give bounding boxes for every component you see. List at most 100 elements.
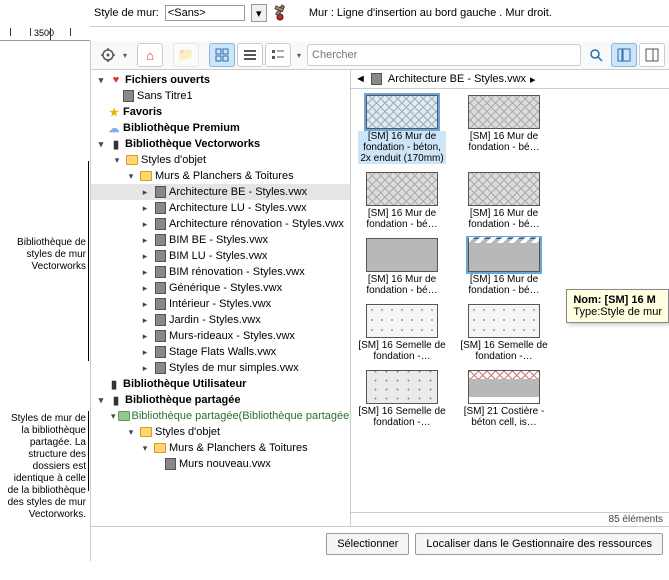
thumbnail[interactable]: [SM] 16 Semelle de fondation -… (459, 304, 549, 362)
thumbnail[interactable]: [SM] 16 Mur de fondation - bé… (459, 238, 549, 296)
tree-file[interactable]: ▸Architecture BE - Styles.vwx (91, 184, 350, 200)
thumbnail-swatch[interactable] (468, 370, 540, 404)
cloud-icon: ☁ (107, 121, 121, 135)
doc-icon (153, 233, 167, 247)
tree-shared-file[interactable]: Murs nouveau.vwx (91, 456, 350, 472)
library-tree[interactable]: ▾♥Fichiers ouverts Sans Titre1 ★Favoris … (91, 70, 351, 526)
view-grid-button[interactable] (209, 43, 235, 67)
tree-walls-category[interactable]: ▾Murs & Planchers & Toitures (91, 168, 350, 184)
doc-icon (153, 361, 167, 375)
thumbnail-swatch[interactable] (468, 95, 540, 129)
thumbnail-swatch[interactable] (366, 95, 438, 129)
thumbnail[interactable]: [SM] 16 Mur de fondation - bé… (459, 95, 549, 164)
thumbnail-swatch[interactable] (366, 304, 438, 338)
doc-icon (163, 457, 177, 471)
toggle-preview-button[interactable] (639, 43, 665, 67)
browser-toolbar: ▾ ⌂ 📁 ▾ (91, 41, 669, 70)
properties-bar: Style de mur: ▾ Mur : Ligne d'insertion … (90, 0, 669, 27)
thumbnail-label: [SM] 16 Semelle de fondation -… (358, 406, 446, 428)
folder-icon (139, 425, 153, 439)
tree-file[interactable]: ▸Architecture LU - Styles.vwx (91, 200, 350, 216)
thumbnail-label: [SM] 16 Mur de fondation - bé… (358, 208, 446, 230)
tree-untitled[interactable]: Sans Titre1 (91, 88, 350, 104)
thumbnails-grid[interactable]: [SM] 16 Mur de fondation - béton, 2x end… (351, 89, 669, 512)
tooltip-type: Type:Style de mur (573, 306, 662, 318)
breadcrumb[interactable]: ◄ Architecture BE - Styles.vwx ▸ (351, 70, 669, 89)
bracket-1 (88, 161, 89, 361)
open-files-icon: ♥ (109, 73, 123, 87)
thumbnail-label: [SM] 16 Mur de fondation - bé… (358, 274, 446, 296)
tree-premium[interactable]: ☁Bibliothèque Premium (91, 120, 350, 136)
thumbnail-swatch[interactable] (468, 172, 540, 206)
tree-file[interactable]: ▸BIM LU - Styles.vwx (91, 248, 350, 264)
thumbnail[interactable]: [SM] 16 Mur de fondation - bé… (357, 172, 447, 230)
prefs-icon[interactable] (273, 2, 295, 24)
tree-file[interactable]: ▸BIM rénovation - Styles.vwx (91, 264, 350, 280)
doc-icon (153, 281, 167, 295)
tree-file[interactable]: ▸Styles de mur simples.vwx (91, 360, 350, 376)
tree-vw-library[interactable]: ▾▮Bibliothèque Vectorworks (91, 136, 350, 152)
tree-file[interactable]: ▸BIM BE - Styles.vwx (91, 232, 350, 248)
tree-user-library[interactable]: ▮Bibliothèque Utilisateur (91, 376, 350, 392)
search-button[interactable] (583, 43, 609, 67)
toggle-tree-button[interactable] (611, 43, 637, 67)
resource-browser: ▾ ⌂ 📁 ▾ (90, 41, 669, 561)
folder-icon (118, 409, 130, 423)
tree-shared-styles[interactable]: ▾Styles d'objet (91, 424, 350, 440)
view-list-button[interactable] (237, 43, 263, 67)
doc-icon (153, 297, 167, 311)
tree-file[interactable]: ▸Générique - Styles.vwx (91, 280, 350, 296)
thumbnail[interactable]: [SM] 16 Mur de fondation - bé… (459, 172, 549, 230)
ruler: 3500 (0, 27, 90, 41)
doc-icon (121, 89, 135, 103)
annotation-1: Bibliothèque de styles de mur Vectorwork… (2, 237, 86, 273)
tree-shared-library[interactable]: ▾▮Bibliothèque partagée (91, 392, 350, 408)
tree-file[interactable]: ▸Jardin - Styles.vwx (91, 312, 350, 328)
tree-shared-walls[interactable]: ▾Murs & Planchers & Toitures (91, 440, 350, 456)
annotation-margin: Bibliothèque de styles de mur Vectorwork… (0, 41, 90, 561)
tree-open-files[interactable]: ▾♥Fichiers ouverts (91, 72, 350, 88)
doc-icon (153, 185, 167, 199)
tree-file[interactable]: ▸Stage Flats Walls.vwx (91, 344, 350, 360)
tree-favorites[interactable]: ★Favoris (91, 104, 350, 120)
thumbnail-swatch[interactable] (468, 304, 540, 338)
thumbnail-swatch[interactable] (366, 238, 438, 272)
folder-icon (125, 153, 139, 167)
locate-button[interactable]: Localiser dans le Gestionnaire des resso… (415, 533, 663, 555)
doc-icon (153, 345, 167, 359)
folder-icon (139, 169, 153, 183)
thumbnail-swatch[interactable] (366, 370, 438, 404)
thumbnail-swatch[interactable] (366, 172, 438, 206)
book-icon: ▮ (109, 393, 123, 407)
thumbnail-label: [SM] 16 Semelle de fondation -… (460, 340, 548, 362)
tree-file[interactable]: ▸Intérieur - Styles.vwx (91, 296, 350, 312)
thumbnail-swatch[interactable] (468, 238, 540, 272)
tree-file[interactable]: ▸Architecture rénovation - Styles.vwx (91, 216, 350, 232)
thumbnail-label: [SM] 16 Mur de fondation - béton, 2x end… (358, 131, 446, 164)
wall-style-dropdown[interactable]: ▾ (251, 4, 267, 22)
wall-style-label: Style de mur: (94, 7, 159, 19)
thumbnail-label: [SM] 16 Mur de fondation - bé… (460, 131, 548, 153)
gear-menu-button[interactable] (95, 43, 121, 67)
annotation-2: Styles de mur de la bibliothèque partagé… (2, 413, 86, 521)
thumbnail[interactable]: [SM] 16 Semelle de fondation -… (357, 304, 447, 362)
tree-shared-sub[interactable]: ▾Bibliothèque partagée(Bibliothèque part… (91, 408, 350, 424)
search-input[interactable] (307, 44, 581, 66)
wall-style-select[interactable] (165, 5, 245, 21)
crumb-fwd-icon[interactable]: ▸ (530, 73, 536, 86)
star-icon: ★ (107, 105, 121, 119)
thumbnail[interactable]: [SM] 21 Costière - béton cell, is… (459, 370, 549, 428)
book-icon: ▮ (107, 377, 121, 391)
crumb-text[interactable]: Architecture BE - Styles.vwx (388, 73, 526, 85)
view-detail-button[interactable] (265, 43, 291, 67)
thumbnail[interactable]: [SM] 16 Mur de fondation - béton, 2x end… (357, 95, 447, 164)
tree-file[interactable]: ▸Murs-rideaux - Styles.vwx (91, 328, 350, 344)
thumbnail[interactable]: [SM] 16 Semelle de fondation -… (357, 370, 447, 428)
thumbnail[interactable]: [SM] 16 Mur de fondation - bé… (357, 238, 447, 296)
tree-object-styles[interactable]: ▾Styles d'objet (91, 152, 350, 168)
select-button[interactable]: Sélectionner (326, 533, 409, 555)
home-button[interactable]: ⌂ (137, 43, 163, 67)
thumbnail-label: [SM] 16 Mur de fondation - bé… (460, 274, 548, 296)
new-folder-button[interactable]: 📁 (173, 43, 199, 67)
crumb-back-icon[interactable]: ◄ (355, 73, 366, 85)
